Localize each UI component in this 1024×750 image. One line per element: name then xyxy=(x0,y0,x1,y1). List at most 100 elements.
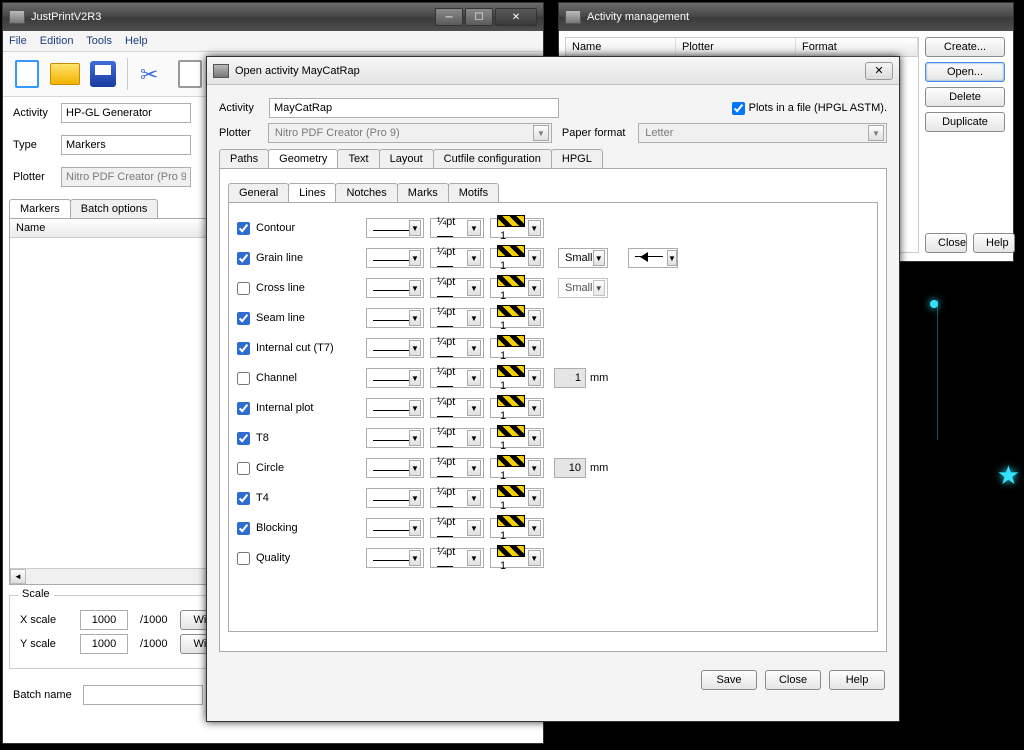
line-checkbox[interactable] xyxy=(237,552,250,565)
line-checkbox[interactable] xyxy=(237,372,250,385)
color-select[interactable]: 1▼ xyxy=(490,398,544,418)
subtab-marks[interactable]: Marks xyxy=(397,183,449,202)
activity-field[interactable] xyxy=(61,103,191,123)
dash-select[interactable]: ▼ xyxy=(366,338,424,358)
line-checkbox[interactable] xyxy=(237,252,250,265)
modal-tab-hpgl[interactable]: HPGL xyxy=(551,149,603,168)
dash-select[interactable]: ▼ xyxy=(366,548,424,568)
color-select[interactable]: 1▼ xyxy=(490,368,544,388)
type-field[interactable] xyxy=(61,135,191,155)
weight-select[interactable]: ¼pt▼ xyxy=(430,428,484,448)
col-format[interactable]: Format xyxy=(796,38,918,56)
dash-select[interactable]: ▼ xyxy=(366,218,424,238)
menu-edition[interactable]: Edition xyxy=(40,35,74,47)
mm-field[interactable] xyxy=(554,458,586,478)
maximize-button[interactable]: ☐ xyxy=(465,8,493,26)
cut-button[interactable]: ✂ xyxy=(134,56,170,92)
mgmt-help-button[interactable]: Help xyxy=(973,233,1015,253)
weight-select[interactable]: ¼pt▼ xyxy=(430,248,484,268)
color-select[interactable]: 1▼ xyxy=(490,548,544,568)
save-button[interactable] xyxy=(85,56,121,92)
subtab-motifs[interactable]: Motifs xyxy=(448,183,499,202)
mm-field[interactable] xyxy=(554,368,586,388)
modal-titlebar[interactable]: Open activity MayCatRap ✕ xyxy=(207,57,899,85)
subtab-notches[interactable]: Notches xyxy=(335,183,397,202)
weight-select[interactable]: ¼pt▼ xyxy=(430,398,484,418)
modal-help-button[interactable]: Help xyxy=(829,670,885,690)
menu-help[interactable]: Help xyxy=(125,35,148,47)
scroll-left[interactable]: ◄ xyxy=(10,569,26,584)
modal-tab-layout[interactable]: Layout xyxy=(379,149,434,168)
color-select[interactable]: 1▼ xyxy=(490,338,544,358)
dash-select[interactable]: ▼ xyxy=(366,368,424,388)
color-select[interactable]: 1▼ xyxy=(490,458,544,478)
weight-select[interactable]: ¼pt▼ xyxy=(430,518,484,538)
create-button[interactable]: Create... xyxy=(925,37,1005,57)
dash-select[interactable]: ▼ xyxy=(366,248,424,268)
color-select[interactable]: 1▼ xyxy=(490,428,544,448)
mgmt-close-button[interactable]: Close xyxy=(925,233,967,253)
minimize-button[interactable]: ─ xyxy=(435,8,463,26)
menu-tools[interactable]: Tools xyxy=(86,35,112,47)
color-select[interactable]: 1▼ xyxy=(490,248,544,268)
paper-format-select[interactable]: Letter▼ xyxy=(638,123,887,143)
color-select[interactable]: 1▼ xyxy=(490,308,544,328)
main-titlebar[interactable]: JustPrintV2R3 ─ ☐ ✕ xyxy=(3,3,543,31)
mgmt-titlebar[interactable]: Activity management xyxy=(559,3,1013,31)
duplicate-button[interactable]: Duplicate xyxy=(925,112,1005,132)
color-select[interactable]: 1▼ xyxy=(490,488,544,508)
dash-select[interactable]: ▼ xyxy=(366,488,424,508)
paste-button[interactable] xyxy=(172,56,208,92)
subtab-general[interactable]: General xyxy=(228,183,289,202)
weight-select[interactable]: ¼pt▼ xyxy=(430,308,484,328)
yscale-field[interactable] xyxy=(80,634,128,654)
weight-select[interactable]: ¼pt▼ xyxy=(430,338,484,358)
dash-select[interactable]: ▼ xyxy=(366,308,424,328)
modal-close-icon[interactable]: ✕ xyxy=(865,62,893,80)
plots-checkbox[interactable] xyxy=(732,102,745,115)
new-button[interactable] xyxy=(9,56,45,92)
small-select[interactable]: Small▼ xyxy=(558,248,608,268)
dash-select[interactable]: ▼ xyxy=(366,398,424,418)
line-checkbox[interactable] xyxy=(237,402,250,415)
col-plotter[interactable]: Plotter xyxy=(676,38,796,56)
small-select[interactable]: Small▼ xyxy=(558,278,608,298)
delete-button[interactable]: Delete xyxy=(925,87,1005,107)
modal-save-button[interactable]: Save xyxy=(701,670,757,690)
modal-activity-field[interactable] xyxy=(269,98,559,118)
col-name[interactable]: Name xyxy=(566,38,676,56)
close-button[interactable]: ✕ xyxy=(495,8,537,26)
line-checkbox[interactable] xyxy=(237,462,250,475)
dash-select[interactable]: ▼ xyxy=(366,278,424,298)
color-select[interactable]: 1▼ xyxy=(490,278,544,298)
dash-select[interactable]: ▼ xyxy=(366,458,424,478)
color-select[interactable]: 1▼ xyxy=(490,218,544,238)
line-checkbox[interactable] xyxy=(237,312,250,325)
weight-select[interactable]: ¼pt▼ xyxy=(430,368,484,388)
weight-select[interactable]: ¼pt▼ xyxy=(430,548,484,568)
color-select[interactable]: 1▼ xyxy=(490,518,544,538)
dash-select[interactable]: ▼ xyxy=(366,518,424,538)
modal-tab-cutfile-configuration[interactable]: Cutfile configuration xyxy=(433,149,552,168)
modal-plotter-select[interactable]: Nitro PDF Creator (Pro 9)▼ xyxy=(268,123,552,143)
xscale-field[interactable] xyxy=(80,610,128,630)
line-checkbox[interactable] xyxy=(237,342,250,355)
line-checkbox[interactable] xyxy=(237,282,250,295)
line-checkbox[interactable] xyxy=(237,522,250,535)
line-checkbox[interactable] xyxy=(237,492,250,505)
modal-tab-text[interactable]: Text xyxy=(337,149,379,168)
open-button[interactable]: Open... xyxy=(925,62,1005,82)
modal-tab-paths[interactable]: Paths xyxy=(219,149,269,168)
menu-file[interactable]: File xyxy=(9,35,27,47)
line-checkbox[interactable] xyxy=(237,432,250,445)
tab-markers[interactable]: Markers xyxy=(9,199,71,218)
weight-select[interactable]: ¼pt▼ xyxy=(430,218,484,238)
subtab-lines[interactable]: Lines xyxy=(288,183,336,202)
arrow-select[interactable]: ▼ xyxy=(628,248,678,268)
weight-select[interactable]: ¼pt▼ xyxy=(430,488,484,508)
modal-close-button[interactable]: Close xyxy=(765,670,821,690)
batch-name-field[interactable] xyxy=(83,685,203,705)
weight-select[interactable]: ¼pt▼ xyxy=(430,458,484,478)
dash-select[interactable]: ▼ xyxy=(366,428,424,448)
tab-batch[interactable]: Batch options xyxy=(70,199,159,218)
